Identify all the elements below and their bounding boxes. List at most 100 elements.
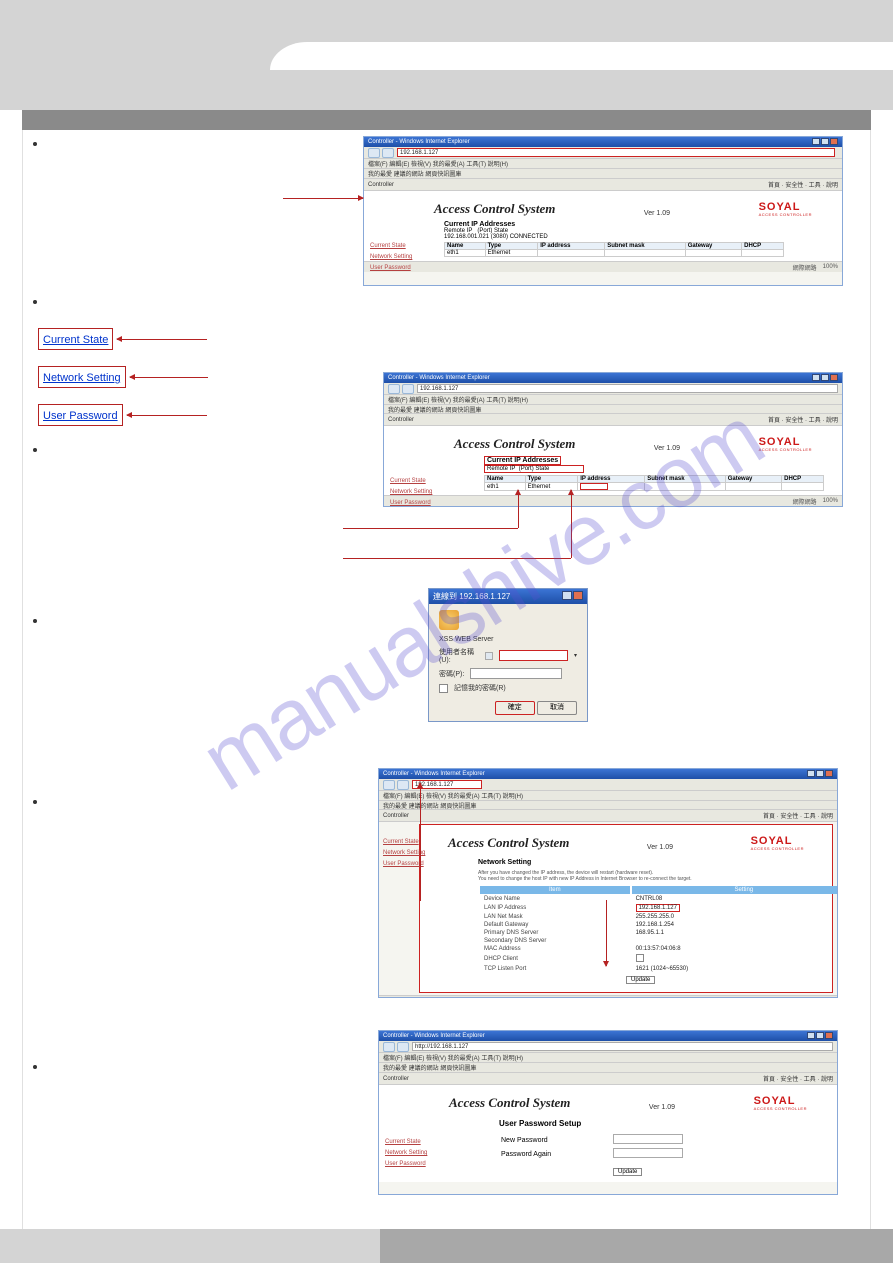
ip-section-title: Current IP Addresses xyxy=(484,456,561,465)
screenshot-current-state-1: Controller - Windows Internet Explorer 1… xyxy=(363,136,843,286)
link-network-setting[interactable]: Network Setting xyxy=(383,848,425,859)
network-note-2: You need to change the host IP with new … xyxy=(478,876,824,882)
ie-title: Controller - Windows Internet Explorer xyxy=(368,139,470,145)
port-state-label: (Port) State xyxy=(519,466,550,472)
forward-button[interactable] xyxy=(382,148,394,158)
browser-tab[interactable]: Controller xyxy=(368,182,394,188)
browser-tab[interactable]: Controller xyxy=(383,813,409,819)
link-current-state[interactable]: Current State xyxy=(385,1137,427,1148)
browser-tab[interactable]: Controller xyxy=(388,417,414,423)
address-bar[interactable]: 192.168.1.127 xyxy=(397,148,835,157)
update-button[interactable]: Update xyxy=(613,1168,642,1176)
ip-table: NameTypeIP addressSubnet maskGatewayDHCP… xyxy=(444,242,784,257)
password-again-input[interactable] xyxy=(613,1148,683,1158)
ie-tabbar: Controller 首頁 · 安全性 · 工具 · 說明 xyxy=(364,179,842,191)
window-buttons[interactable] xyxy=(811,138,838,147)
ie-rightmenu[interactable]: 首頁 · 安全性 · 工具 · 說明 xyxy=(763,811,833,820)
acs-version: Ver 1.09 xyxy=(644,210,670,217)
link-box-network-setting[interactable]: Network Setting xyxy=(38,366,126,388)
lan-ip-value[interactable]: 192.168.1.127 xyxy=(636,904,680,912)
ie-title: Controller - Windows Internet Explorer xyxy=(388,375,490,381)
forward-button[interactable] xyxy=(397,780,409,790)
acs-title: Access Control System xyxy=(454,436,575,452)
password-label: 密碼(P): xyxy=(439,669,464,679)
pointer-line xyxy=(343,558,571,559)
forward-button[interactable] xyxy=(402,384,414,394)
link-network-setting[interactable]: Network Setting xyxy=(385,1148,427,1159)
dhcp-checkbox[interactable] xyxy=(636,954,644,962)
pointer-line xyxy=(518,490,519,528)
page-footer xyxy=(0,1229,893,1263)
remember-checkbox[interactable] xyxy=(439,684,448,693)
password-input[interactable] xyxy=(470,668,562,679)
ie-favorites-bar[interactable]: 我的最愛 建議的網站 網頁快訊圖庫 xyxy=(379,801,837,810)
user-password-table: New Password Password Again Update xyxy=(499,1132,685,1178)
back-button[interactable] xyxy=(368,148,380,158)
soyal-logo: SOYALACCESS CONTROLLER xyxy=(751,835,804,851)
network-setting-table: ItemSetting Device NameCNTRL08 LAN IP Ad… xyxy=(478,884,838,974)
ip-section-title: Current IP Addresses xyxy=(444,221,832,228)
ie-favorites-bar[interactable]: 我的最愛 建議的網站 網頁快訊圖庫 xyxy=(379,1063,837,1073)
link-box-current-state[interactable]: Current State xyxy=(38,328,113,350)
remote-ip-label: Remote IP xyxy=(487,466,515,472)
window-buttons[interactable] xyxy=(806,1032,833,1041)
window-buttons[interactable] xyxy=(811,374,838,383)
link-user-password[interactable]: User Password xyxy=(370,263,412,274)
ie-menubar[interactable]: 檔案(F) 編輯(E) 檢視(V) 我的最愛(A) 工具(T) 說明(H) xyxy=(379,1053,837,1063)
arrow-icon xyxy=(117,339,207,340)
new-password-input[interactable] xyxy=(613,1134,683,1144)
screenshot-current-state-2: Controller - Windows Internet Explorer 1… xyxy=(383,372,843,507)
section-title-bar xyxy=(22,110,871,130)
page-body: Controller - Windows Internet Explorer 1… xyxy=(0,110,893,1230)
dialog-window-buttons[interactable] xyxy=(561,591,583,602)
back-button[interactable] xyxy=(388,384,400,394)
cancel-button[interactable]: 取消 xyxy=(537,701,577,715)
back-button[interactable] xyxy=(383,780,395,790)
forward-button[interactable] xyxy=(397,1042,409,1052)
link-current-state[interactable]: Current State xyxy=(390,476,432,487)
user-icon xyxy=(485,652,492,660)
ie-menubar[interactable]: 檔案(F) 編輯(E) 檢視(V) 我的最愛(A) 工具(T) 說明(H) xyxy=(364,159,842,169)
screenshot-user-password: Controller - Windows Internet Explorer h… xyxy=(378,1030,838,1195)
ie-menubar[interactable]: 檔案(F) 編輯(E) 檢視(V) 我的最愛(A) 工具(T) 說明(H) xyxy=(384,395,842,405)
ie-favorites-bar[interactable]: 我的最愛 建議的網站 網頁快訊圖庫 xyxy=(364,169,842,179)
remember-label: 記憶我的密碼(R) xyxy=(454,683,506,693)
update-button[interactable]: Update xyxy=(626,976,655,984)
new-password-label: New Password xyxy=(501,1134,611,1146)
ok-button[interactable]: 確定 xyxy=(495,701,535,715)
ie-title: Controller - Windows Internet Explorer xyxy=(383,771,485,777)
link-user-password[interactable]: User Password xyxy=(383,859,425,870)
browser-tab[interactable]: Controller xyxy=(383,1076,409,1082)
ie-titlebar: Controller - Windows Internet Explorer xyxy=(364,137,842,147)
window-buttons[interactable] xyxy=(806,770,833,779)
dropdown-icon[interactable]: ▾ xyxy=(574,652,577,659)
link-user-password[interactable]: User Password xyxy=(390,498,432,507)
status-net: 網際網路 xyxy=(788,997,812,999)
address-bar[interactable]: 192.168.1.127 xyxy=(417,384,838,393)
acs-title: Access Control System xyxy=(434,201,555,217)
username-input[interactable] xyxy=(499,650,568,661)
ie-favorites-bar[interactable]: 我的最愛 建議的網站 網頁快訊圖庫 xyxy=(384,405,842,414)
address-bar[interactable]: http://192.168.1.127 xyxy=(412,1042,833,1051)
link-network-setting[interactable]: Network Setting xyxy=(370,252,412,263)
acs-version: Ver 1.09 xyxy=(649,1104,675,1111)
status-net: 網際網路 xyxy=(793,497,817,506)
bullet-icon xyxy=(33,142,37,146)
arrow-icon xyxy=(127,415,207,416)
ie-rightmenu[interactable]: 首頁 · 安全性 · 工具 · 說明 xyxy=(768,415,838,424)
link-box-user-password[interactable]: User Password xyxy=(38,404,123,426)
dialog-server-label: XSS WEB Server xyxy=(439,636,577,643)
acs-title: Access Control System xyxy=(448,835,569,851)
ie-rightmenu[interactable]: 首頁 · 安全性 · 工具 · 說明 xyxy=(768,180,838,189)
link-current-state[interactable]: Current State xyxy=(370,241,412,252)
link-network-setting[interactable]: Network Setting xyxy=(390,487,432,498)
soyal-logo: SOYALACCESS CONTROLLER xyxy=(754,1095,807,1111)
dialog-title-text: 連線到 192.168.1.127 xyxy=(433,591,510,602)
back-button[interactable] xyxy=(383,1042,395,1052)
auth-dialog: 連線到 192.168.1.127 XSS WEB Server 使用者名稱(U… xyxy=(428,588,588,722)
link-user-password[interactable]: User Password xyxy=(385,1159,427,1170)
arrow-icon xyxy=(130,377,208,378)
ie-menubar[interactable]: 檔案(F) 編輯(E) 檢視(V) 我的最愛(A) 工具(T) 說明(H) xyxy=(379,791,837,801)
link-current-state[interactable]: Current State xyxy=(383,837,425,848)
ie-rightmenu[interactable]: 首頁 · 安全性 · 工具 · 說明 xyxy=(763,1074,833,1083)
